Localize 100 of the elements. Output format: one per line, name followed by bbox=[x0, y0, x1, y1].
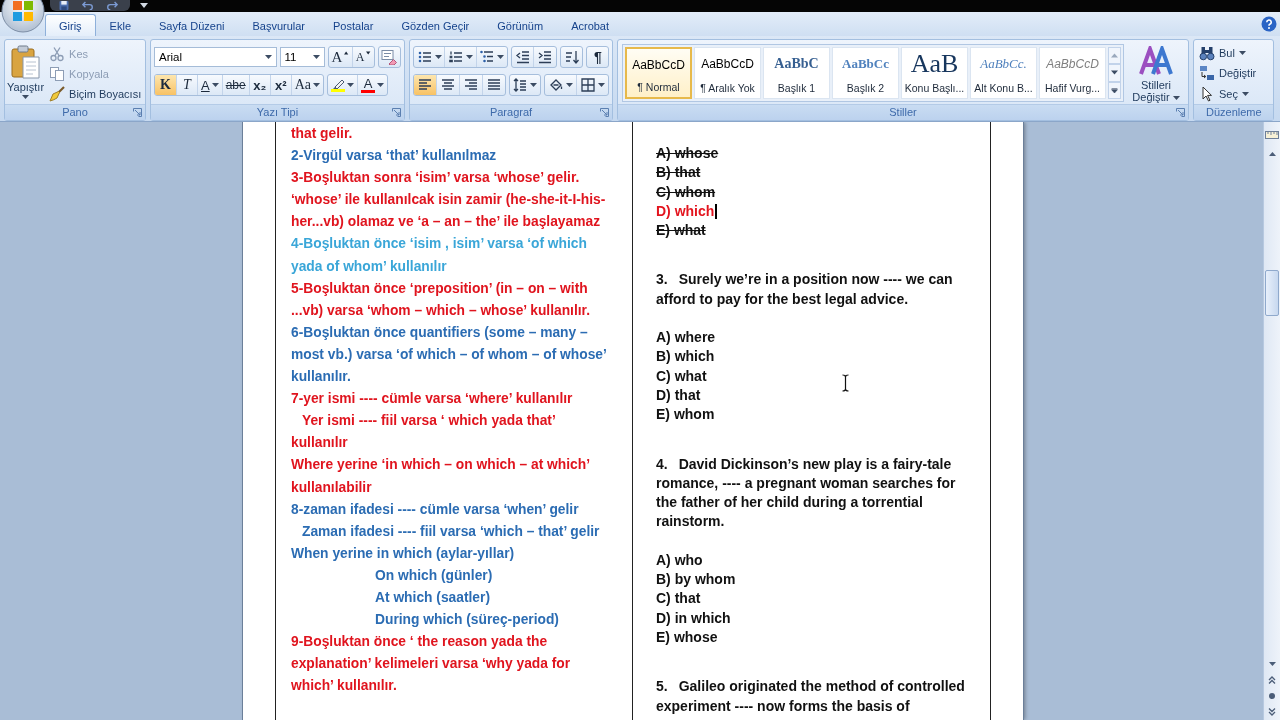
answer-option: E) whom bbox=[656, 405, 715, 425]
align-left-button[interactable] bbox=[414, 75, 436, 95]
ruler-icon[interactable] bbox=[1264, 128, 1280, 142]
shrink-font-button[interactable]: A bbox=[351, 47, 374, 67]
caret-icon bbox=[1238, 51, 1246, 56]
gallery-down-button[interactable] bbox=[1108, 64, 1121, 82]
rule-text: 8-zaman ifadesi ---- cümle varsa ‘when’ gelir bbox=[291, 500, 580, 519]
change-styles-button[interactable]: Stilleri Değiştir bbox=[1128, 44, 1184, 103]
font-name-field[interactable]: Arial bbox=[154, 47, 277, 67]
rule-text: that gelir. bbox=[291, 125, 354, 143]
multilevel-list-icon bbox=[479, 49, 496, 65]
font-color-button[interactable]: A bbox=[357, 75, 388, 95]
help-icon[interactable] bbox=[1261, 16, 1277, 32]
rule-text: When yerine in which (aylar-yıllar) bbox=[291, 544, 516, 563]
ribbon-tab[interactable]: Giriş bbox=[45, 14, 96, 36]
superscript-button[interactable]: x² bbox=[269, 75, 291, 95]
rule-text: Where yerine ‘in which – on which – at which’ kullanılabilir bbox=[291, 456, 591, 497]
find-button[interactable]: Bul bbox=[1196, 43, 1271, 64]
caret-icon[interactable] bbox=[140, 3, 148, 8]
styles-icon bbox=[1139, 46, 1173, 76]
clear-formatting-button[interactable] bbox=[378, 47, 400, 67]
rule-text: Yer ismi ---- fiil varsa ‘ which yada that’ kullanılır bbox=[291, 412, 557, 453]
decrease-indent-icon bbox=[514, 49, 531, 65]
dialog-launcher-icon[interactable] bbox=[1176, 108, 1185, 117]
answer-option: D) which bbox=[656, 201, 715, 222]
answer-option: C) what bbox=[656, 366, 707, 386]
double-chevron-down-icon bbox=[1268, 708, 1276, 716]
dialog-launcher-icon[interactable] bbox=[133, 108, 142, 117]
dialog-launcher-icon[interactable] bbox=[600, 108, 609, 117]
pilcrow-button[interactable]: ¶ bbox=[587, 47, 608, 67]
save-icon[interactable] bbox=[58, 1, 70, 10]
binoculars-icon bbox=[1199, 45, 1215, 62]
grow-font-button[interactable]: A bbox=[328, 47, 352, 67]
caret-up-icon bbox=[1111, 53, 1118, 59]
paste-button[interactable]: Yapıştır bbox=[7, 42, 45, 104]
question-text: 5. Galileo originated the method of controlled experiment ---- now forms the basis of bbox=[656, 677, 966, 716]
answer-option: E) what bbox=[656, 221, 706, 241]
rule-text: 3-Boşluktan sonra ‘isim’ varsa ‘whose’ gelir. bbox=[291, 169, 581, 188]
scissors-icon bbox=[49, 46, 66, 62]
style-tile[interactable]: AaBbCc. Alt Konu B... bbox=[970, 47, 1037, 99]
change-case-button[interactable]: Aa bbox=[290, 75, 324, 95]
redo-icon[interactable] bbox=[106, 1, 118, 10]
caret-up-icon bbox=[344, 51, 349, 55]
bold-button[interactable]: K bbox=[155, 75, 176, 95]
dialog-launcher-icon[interactable] bbox=[392, 108, 401, 117]
style-name: Konu Başlı... bbox=[904, 82, 965, 95]
bulleted-list-icon bbox=[416, 49, 433, 65]
caret-up-icon bbox=[1268, 152, 1276, 156]
question-text: 4. David Dickinson’s new play is a fairy-tale romance, ---- a pregnant woman searches for the father of her child during a torrential rainstorm. bbox=[656, 454, 957, 532]
multilevel-button[interactable] bbox=[475, 47, 507, 67]
rule-text: 2-Virgül varsa ‘that’ kullanılmaz bbox=[291, 147, 498, 166]
replace-button[interactable]: Değiştir bbox=[1196, 63, 1271, 84]
answer-option: B) which bbox=[656, 347, 715, 367]
caret-icon bbox=[566, 83, 574, 87]
ribbon-tab[interactable]: Başvurular bbox=[238, 14, 320, 36]
group-label: Paragraf bbox=[489, 106, 533, 119]
ribbon-tab[interactable]: Ekle bbox=[95, 14, 145, 36]
rule-text: ‘whose’ ile kullanılcak isin zamir (he-she-it-I-his- her...vb) olamaz ve ‘a – an – the’ ile başlayamaz bbox=[291, 191, 607, 232]
style-tile[interactable]: AaBbCcD ¶ Aralık Yok bbox=[694, 47, 761, 99]
style-tile[interactable]: AaBbCcD Hafif Vurg... bbox=[1039, 47, 1106, 99]
ribbon-tab[interactable]: Postalar bbox=[319, 14, 388, 36]
underline-button[interactable]: A bbox=[197, 75, 222, 95]
style-name: Alt Konu B... bbox=[974, 82, 1033, 95]
sort-icon bbox=[563, 49, 580, 65]
ribbon-tab[interactable]: Görünüm bbox=[483, 14, 558, 36]
subscript-button[interactable]: x₂ bbox=[248, 75, 270, 95]
style-tile[interactable]: AaBbCcD ¶ Normal bbox=[625, 47, 692, 99]
clipboard-icon bbox=[10, 45, 41, 79]
caret-icon bbox=[465, 55, 473, 59]
borders-button[interactable] bbox=[576, 75, 608, 95]
ribbon-tab[interactable]: Sayfa Düzeni bbox=[145, 14, 239, 36]
align-center-icon bbox=[439, 77, 456, 93]
group-label: Stiller bbox=[889, 106, 917, 119]
numbering-button[interactable] bbox=[444, 47, 476, 67]
eraser-icon bbox=[381, 49, 398, 65]
increase-indent-icon bbox=[537, 49, 554, 65]
font-size-field[interactable]: 11 bbox=[279, 47, 325, 67]
caret-down-icon bbox=[1111, 70, 1118, 76]
ribbon-tab[interactable]: Acrobat bbox=[557, 14, 624, 36]
rule-text: Zaman ifadesi ---- fiil varsa ‘which – that’ gelir bbox=[301, 522, 601, 541]
select-button[interactable]: Seç bbox=[1196, 83, 1271, 104]
italic-button[interactable]: T bbox=[176, 75, 197, 95]
style-tile[interactable]: AaBbC Başlık 1 bbox=[763, 47, 830, 99]
ribbon-tab[interactable]: Gözden Geçir bbox=[387, 14, 484, 36]
answer-option: C) that bbox=[656, 589, 701, 609]
double-chevron-up-icon bbox=[1268, 676, 1276, 684]
undo-icon[interactable] bbox=[82, 1, 94, 10]
caret-icon bbox=[312, 55, 320, 59]
rule-text: 9-Boşluktan önce ‘ the reason yada the explanation’ kelimeleri varsa ‘why yada for which’ kullanılır. bbox=[291, 633, 572, 696]
style-tile[interactable]: AaB Konu Başlı... bbox=[901, 47, 968, 99]
strikethrough-button[interactable]: abe bbox=[221, 75, 249, 95]
answer-option: A) whose bbox=[656, 144, 719, 164]
format-painter-button[interactable]: Biçim Boyacısı bbox=[46, 84, 145, 104]
scroll-thumb[interactable] bbox=[1265, 270, 1279, 316]
style-tile[interactable]: AaBbCc Başlık 2 bbox=[832, 47, 899, 99]
answer-option: C) whom bbox=[656, 182, 716, 202]
style-preview-text: AaBbCcD bbox=[632, 57, 685, 74]
circle-icon bbox=[1268, 692, 1276, 700]
copy-icon bbox=[49, 66, 66, 82]
answer-option: B) by whom bbox=[656, 570, 736, 590]
